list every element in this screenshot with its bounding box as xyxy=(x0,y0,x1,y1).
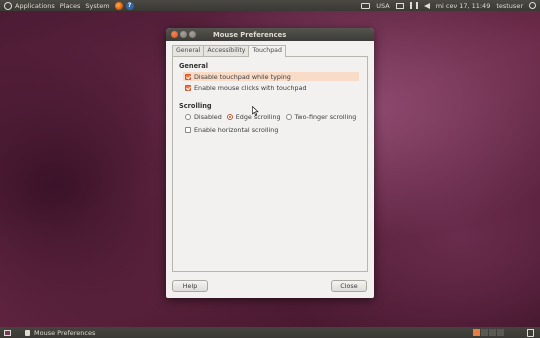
workspace-switcher xyxy=(472,329,504,336)
two-finger-scrolling-radio[interactable] xyxy=(285,114,292,120)
enable-mouse-clicks-row[interactable]: Enable mouse clicks with touchpad xyxy=(185,84,307,92)
menu-applications[interactable]: Applications xyxy=(15,2,55,10)
scrolling-disabled-option[interactable]: Disabled xyxy=(185,113,222,121)
firefox-icon[interactable] xyxy=(114,1,123,10)
volume-icon[interactable] xyxy=(423,2,430,9)
close-window-icon[interactable] xyxy=(171,31,178,38)
tab-accessibility[interactable]: Accessibility xyxy=(203,45,250,56)
help-icon[interactable]: ? xyxy=(125,1,134,10)
two-finger-scrolling-option[interactable]: Two-finger scrolling xyxy=(285,113,357,121)
keyboard-icon[interactable] xyxy=(361,2,371,9)
mouse-pointer-icon xyxy=(252,106,259,116)
show-desktop-icon[interactable] xyxy=(4,329,11,336)
taskbar-item-label[interactable]: Mouse Preferences xyxy=(34,329,95,337)
system-tray: USA mi ceν 17, 11:49 testuser xyxy=(355,0,536,11)
menu-system[interactable]: System xyxy=(85,2,109,10)
workspace-1[interactable] xyxy=(473,329,480,336)
enable-mouse-clicks-label[interactable]: Enable mouse clicks with touchpad xyxy=(194,84,307,92)
mail-icon[interactable] xyxy=(395,2,404,9)
tab-touchpad[interactable]: Touchpad xyxy=(248,45,286,57)
touchpad-panel: General Disable touchpad while typing En… xyxy=(172,56,368,272)
horizontal-scrolling-row[interactable]: Enable horizontal scrolling xyxy=(185,126,278,134)
scrolling-options: Disabled Edge scrolling Two-finger scrol… xyxy=(185,113,361,121)
enable-mouse-clicks-checkbox[interactable] xyxy=(185,85,191,91)
workspace-4[interactable] xyxy=(497,329,504,336)
mouse-preferences-dialog: Mouse Preferences General Accessibility … xyxy=(166,28,374,298)
scrolling-heading: Scrolling xyxy=(179,102,212,110)
scrolling-disabled-radio[interactable] xyxy=(185,114,191,120)
disable-touchpad-label[interactable]: Disable touchpad while typing xyxy=(194,73,291,81)
general-heading: General xyxy=(179,62,209,70)
disable-touchpad-checkbox[interactable] xyxy=(185,73,191,80)
bottom-panel: Mouse Preferences xyxy=(0,327,540,338)
scrolling-disabled-label[interactable]: Disabled xyxy=(194,113,222,121)
keyboard-layout[interactable]: USA xyxy=(376,2,389,10)
tab-bar: General Accessibility Touchpad xyxy=(172,45,286,57)
trash-icon[interactable] xyxy=(527,329,534,337)
workspace-2[interactable] xyxy=(481,329,488,336)
top-panel: Applications Places System ? USA mi ceν … xyxy=(0,0,540,11)
edge-scrolling-radio[interactable] xyxy=(226,114,233,120)
scrolling-radio-group: Disabled Edge scrolling Two-finger scrol… xyxy=(185,113,361,121)
mouse-preferences-task-icon xyxy=(25,329,30,336)
titlebar[interactable]: Mouse Preferences xyxy=(166,28,374,41)
close-button[interactable]: Close xyxy=(331,280,367,292)
main-menu: Applications Places System ? xyxy=(4,1,134,10)
menu-places[interactable]: Places xyxy=(60,2,81,10)
tab-general[interactable]: General xyxy=(172,45,205,56)
maximize-window-icon[interactable] xyxy=(189,31,196,38)
horizontal-scrolling-label[interactable]: Enable horizontal scrolling xyxy=(194,126,278,134)
clock[interactable]: mi ceν 17, 11:49 xyxy=(436,2,491,10)
user-menu[interactable]: testuser xyxy=(496,2,523,10)
ubuntu-logo-icon[interactable] xyxy=(4,1,12,10)
network-icon[interactable] xyxy=(409,2,418,9)
minimize-window-icon[interactable] xyxy=(180,31,187,38)
window-title: Mouse Preferences xyxy=(213,30,287,39)
power-icon[interactable] xyxy=(529,2,536,9)
window-controls xyxy=(171,31,198,38)
horizontal-scrolling-checkbox[interactable] xyxy=(185,127,191,133)
two-finger-scrolling-label[interactable]: Two-finger scrolling xyxy=(295,113,357,121)
taskbar-item[interactable]: Mouse Preferences xyxy=(21,328,99,337)
workspace-3[interactable] xyxy=(489,329,496,336)
disable-touchpad-row[interactable]: Disable touchpad while typing xyxy=(183,72,359,81)
help-button[interactable]: Help xyxy=(172,280,208,292)
